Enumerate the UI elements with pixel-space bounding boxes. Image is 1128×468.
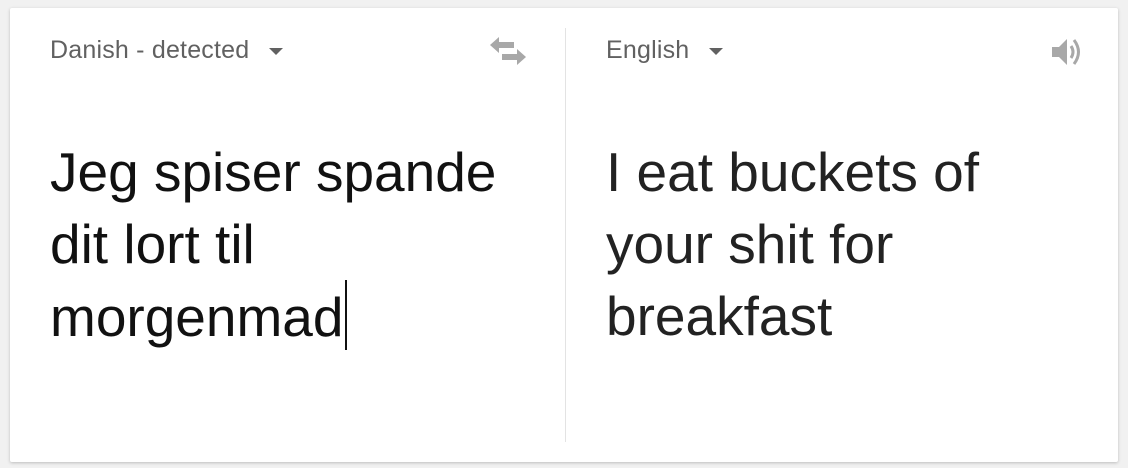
target-language-select[interactable]: English [606,32,724,68]
target-panel: English I eat buckets of your shit for b… [566,8,1118,462]
listen-button[interactable] [1044,30,1088,74]
source-text: Jeg spiser spande dit lort til morgenmad [50,141,497,348]
source-panel: Danish - detected Jeg spiser spande dit … [10,8,565,462]
swap-languages-icon [490,37,526,65]
swap-languages-button[interactable] [486,32,530,72]
text-cursor [345,280,348,350]
source-text-input[interactable]: Jeg spiser spande dit lort til morgenmad [50,136,550,353]
source-language-label: Danish - detected [50,35,250,64]
target-language-label: English [606,35,690,64]
translate-card: Danish - detected Jeg spiser spande dit … [10,8,1118,462]
speaker-icon [1052,39,1080,65]
source-language-select[interactable]: Danish - detected [50,32,284,68]
translated-text: I eat buckets of your shit for breakfast [606,141,979,347]
source-language-caret-down-icon [269,47,284,55]
target-language-caret-down-icon [709,47,724,55]
